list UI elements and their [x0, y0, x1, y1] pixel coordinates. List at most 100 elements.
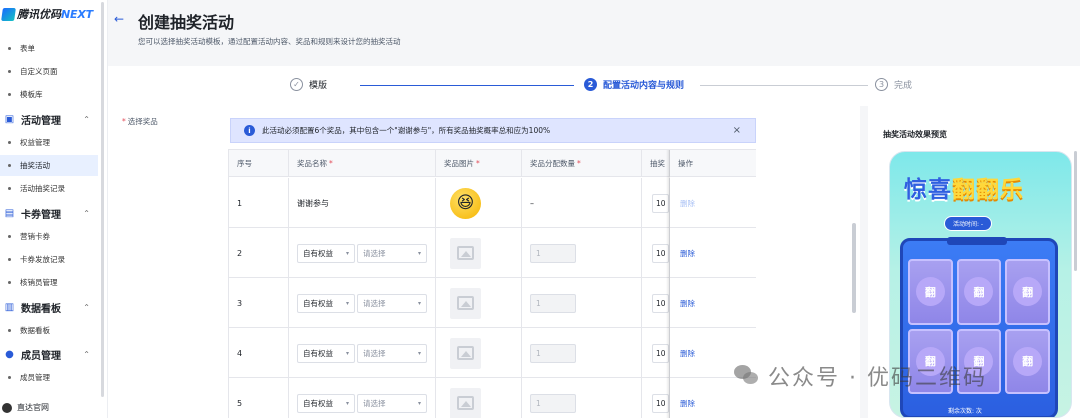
quantity-input: 1 [530, 243, 576, 263]
sidebar-item[interactable]: 活动抽奖记录 [0, 178, 98, 199]
sidebar-group-label: 成员管理 [21, 350, 61, 362]
table-cell: 删除 [670, 278, 756, 328]
prize-table: 序号 奖品名称 * 奖品图片 * 奖品分配数量 * 抽奖 操作 1 谢谢参与 😆 –10 删除 2 自有权益… [228, 149, 756, 418]
image-upload-placeholder[interactable] [450, 387, 481, 418]
delete-button[interactable]: 删除 [680, 348, 695, 359]
sidebar-group[interactable]: ▥ 数据看板 ⌃ [0, 297, 98, 317]
table-row: 4 自有权益 ▾ 请选择 ▾ 1 10 删除 [229, 328, 756, 378]
table-cell: 3 [229, 278, 289, 328]
sidebar-item[interactable]: 成员管理 [0, 367, 98, 388]
flip-card[interactable]: 翻 [908, 259, 953, 325]
sidebar-group[interactable]: ▤ 卡券管理 ⌃ [0, 203, 98, 223]
prize-name-select[interactable]: 请选择 ▾ [357, 343, 427, 363]
table-cell: 谢谢参与 [289, 178, 436, 228]
preview-headline: 惊喜翻翻乐 [904, 177, 1024, 203]
prize-type-select[interactable]: 自有权益 ▾ [297, 293, 355, 313]
logo-text: 腾讯优码 [17, 8, 61, 21]
step-label: 完成 [894, 81, 913, 91]
table-cell: 2 [229, 228, 289, 278]
prize-name-select[interactable]: 请选择 ▾ [357, 243, 427, 263]
flip-card[interactable]: 翻 [956, 259, 1002, 325]
official-site-label: 直达官网 [17, 403, 49, 412]
sidebar-item-label: 模板库 [20, 90, 43, 99]
image-upload-placeholder[interactable] [450, 337, 481, 369]
image-icon [457, 346, 474, 360]
required-mark: * [122, 117, 126, 126]
quantity-input: 1 [530, 293, 576, 313]
sidebar-item[interactable]: 数据看板 [0, 320, 98, 341]
delete-button[interactable]: 删除 [680, 248, 695, 259]
table-row: 5 自有权益 ▾ 请选择 ▾ 1 10 删除 [229, 378, 756, 418]
sidebar-item-label: 数据看板 [20, 326, 50, 335]
table-cell [436, 278, 522, 328]
laughing-emoji-icon[interactable]: 😆 [450, 187, 481, 219]
table-cell: 1 [522, 228, 642, 278]
prize-type-select[interactable]: 自有权益 ▾ [297, 343, 355, 363]
sidebar-item[interactable]: 抽奖活动 [0, 155, 98, 176]
sidebar-item[interactable]: 核销员管理 [0, 272, 98, 293]
activity-time-badge: 活动时间: - [944, 216, 993, 231]
quantity-input: 1 [530, 343, 576, 363]
chart-icon: ▥ [4, 301, 15, 313]
sidebar-item[interactable]: 营销卡券 [0, 226, 98, 247]
flip-card-label: 翻 [915, 277, 945, 307]
delete-button[interactable]: 删除 [680, 198, 695, 209]
flip-card-label: 翻 [1013, 277, 1043, 307]
page-header: ← 创建抽奖活动 您可以选择抽奖活动模板，通过配置活动内容、奖品和规则来设计您的… [108, 0, 1080, 66]
sidebar-item-label: 核销员管理 [20, 278, 58, 287]
column-header: 序号 [229, 150, 289, 177]
chevron-up-icon: ⌃ [83, 349, 90, 359]
row-index: 4 [237, 348, 243, 358]
quantity-value: – [530, 198, 534, 208]
table-cell: 4 [229, 328, 289, 378]
sidebar-item-label: 权益管理 [20, 138, 50, 147]
delete-button[interactable]: 删除 [680, 298, 695, 309]
step-number: 3 [875, 78, 888, 91]
home-icon [2, 402, 12, 413]
image-upload-placeholder[interactable] [450, 287, 481, 319]
preview-title: 抽奖活动效果预览 [883, 130, 947, 139]
row-index: 3 [237, 298, 243, 308]
delete-button[interactable]: 删除 [680, 398, 695, 409]
sidebar-group[interactable]: ● 成员管理 ⌃ [0, 344, 98, 364]
prize-type-select[interactable]: 自有权益 ▾ [297, 393, 355, 413]
table-cell: 自有权益 ▾ 请选择 ▾ [289, 378, 436, 418]
table-cell: 5 [229, 378, 289, 418]
preview-scrollbar[interactable] [1074, 151, 1077, 271]
chevron-down-icon: ▾ [345, 349, 349, 357]
sidebar-item-label: 抽奖活动 [20, 161, 50, 170]
prize-name-select[interactable]: 请选择 ▾ [357, 393, 427, 413]
sidebar-group[interactable]: ▣ 活动管理 ⌃ [0, 109, 98, 129]
prize-type-select[interactable]: 自有权益 ▾ [297, 243, 355, 263]
close-icon[interactable]: × [733, 125, 741, 136]
fixed-column-shadow [666, 150, 670, 418]
sidebar-group-label: 活动管理 [21, 115, 61, 127]
app-logo[interactable]: 腾讯优码NEXT [1, 6, 93, 22]
sidebar-item[interactable]: 表单 [0, 38, 98, 59]
image-upload-placeholder[interactable] [450, 237, 481, 269]
back-arrow-icon[interactable]: ← [114, 12, 124, 26]
page-title: 创建抽奖活动 [138, 13, 235, 32]
sidebar-item[interactable]: 权益管理 [0, 132, 98, 153]
prize-name-select[interactable]: 请选择 ▾ [357, 293, 427, 313]
official-site-link[interactable]: 直达官网 [2, 402, 49, 413]
form-scrollbar[interactable] [852, 223, 856, 313]
chevron-down-icon: ▾ [345, 399, 349, 407]
image-icon [457, 296, 474, 310]
chevron-down-icon: ▾ [345, 249, 349, 257]
step-indicator: ✓ 模版 2 配置活动内容与规则 3 完成 [108, 66, 1080, 106]
required-mark: * [476, 159, 480, 168]
step-check-icon: ✓ [290, 78, 303, 91]
column-header: 奖品分配数量 * [522, 150, 642, 177]
sidebar-item[interactable]: 自定义页面 [0, 61, 98, 82]
page-description: 您可以选择抽奖活动模板，通过配置活动内容、奖品和规则来设计您的抽奖活动 [138, 37, 401, 46]
table-row: 1 谢谢参与 😆 –10 删除 [229, 178, 756, 228]
chevron-up-icon: ⌃ [83, 302, 90, 312]
sidebar-item[interactable]: 模板库 [0, 84, 98, 105]
flip-card[interactable]: 翻 [1005, 259, 1050, 325]
sidebar-item[interactable]: 卡券发放记录 [0, 249, 98, 270]
sidebar-item-label: 表单 [20, 44, 35, 53]
sidebar-scrollbar[interactable] [101, 2, 104, 397]
flip-card[interactable]: 翻 [1005, 328, 1050, 394]
chevron-down-icon: ▾ [417, 349, 421, 357]
